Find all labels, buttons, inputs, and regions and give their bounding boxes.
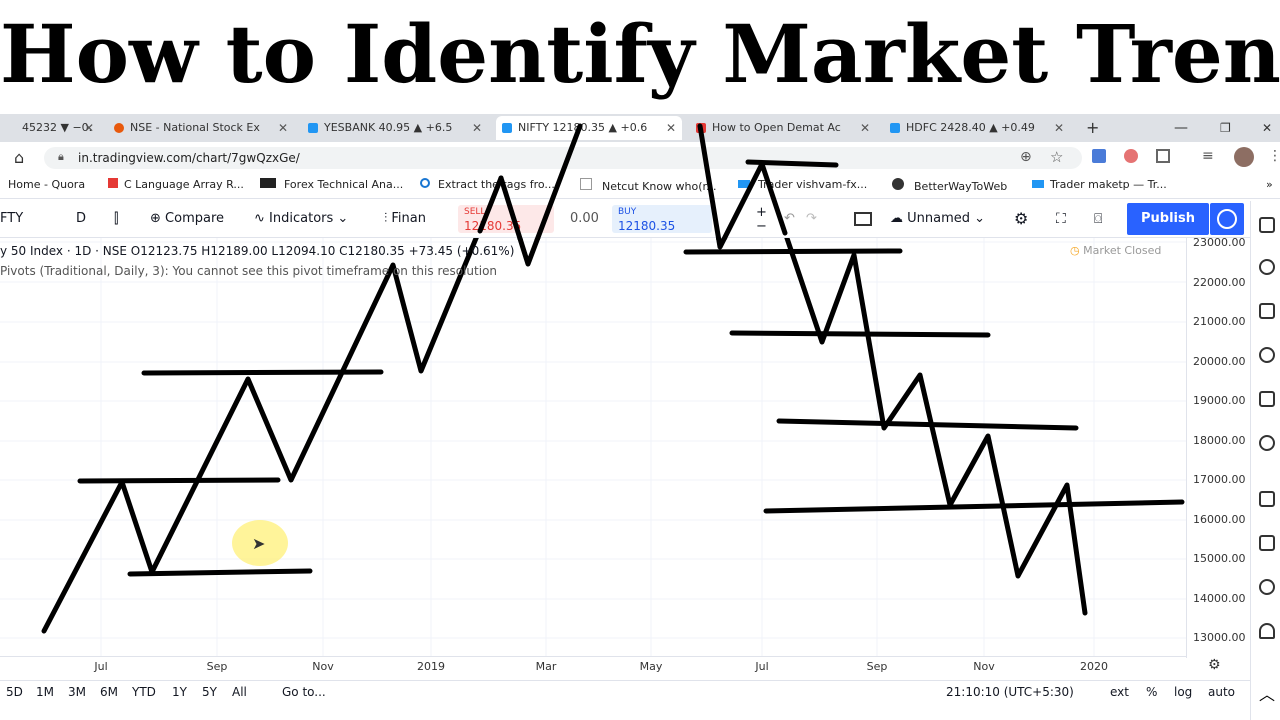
time-label: Nov	[973, 660, 995, 673]
avatar[interactable]	[1234, 147, 1254, 167]
messages-icon[interactable]	[1259, 535, 1275, 551]
chat-icon[interactable]	[1259, 491, 1275, 507]
chart-grid	[0, 238, 1186, 656]
price-label: 20000.00	[1193, 355, 1246, 368]
data-window-icon[interactable]	[1259, 303, 1275, 319]
price-label: 21000.00	[1193, 315, 1246, 328]
ohlc-legend: y 50 Index · 1D · NSE O12123.75 H12189.0…	[0, 244, 515, 258]
range-6m-button[interactable]: 6M	[100, 685, 118, 699]
timezone-clock[interactable]: 21:10:10 (UTC+5:30)	[946, 685, 1074, 699]
range-1m-button[interactable]: 1M	[36, 685, 54, 699]
time-label: 2019	[417, 660, 445, 673]
price-label: 14000.00	[1193, 592, 1246, 605]
time-label: Sep	[866, 660, 888, 673]
price-label: 19000.00	[1193, 394, 1246, 407]
range-5y-button[interactable]: 5Y	[202, 685, 217, 699]
range-1y-button[interactable]: 1Y	[172, 685, 187, 699]
range-all-button[interactable]: All	[232, 685, 247, 699]
percent-scale-toggle[interactable]: %	[1146, 685, 1157, 699]
play-icon	[1217, 209, 1237, 229]
price-scale[interactable]: 23000.00 22000.00 21000.00 20000.00 1900…	[1186, 236, 1249, 658]
price-label: 17000.00	[1193, 473, 1246, 486]
pivots-legend: Pivots (Traditional, Daily, 3): You cann…	[0, 264, 498, 278]
time-label: Jul	[94, 660, 108, 673]
time-label: Sep	[206, 660, 228, 673]
mouse-cursor-icon: ➤	[252, 534, 266, 553]
time-axis[interactable]: Jul Sep Nov 2019 Mar May Jul Sep Nov 202…	[0, 656, 1221, 677]
alerts-clock-icon[interactable]	[1259, 259, 1275, 275]
close-window-icon[interactable]: ✕	[1262, 116, 1280, 140]
right-sidebar: ︿	[1250, 201, 1280, 720]
price-label: 22000.00	[1193, 276, 1246, 289]
streams-icon[interactable]	[1259, 579, 1275, 595]
price-label: 18000.00	[1193, 434, 1246, 447]
price-label: 16000.00	[1193, 513, 1246, 526]
more-bookmarks-icon[interactable]: »	[1266, 178, 1273, 191]
time-label: May	[639, 660, 663, 673]
calendar-icon[interactable]	[1259, 391, 1275, 407]
hotlists-icon[interactable]	[1259, 347, 1275, 363]
time-label: Jul	[755, 660, 769, 673]
range-5d-button[interactable]: 5D	[6, 685, 23, 699]
drawing-overflow	[477, 123, 839, 240]
more-menu-icon[interactable]: ⋮	[1268, 148, 1280, 164]
watchlist-icon[interactable]	[1259, 217, 1275, 233]
price-label: 13000.00	[1193, 631, 1246, 644]
time-label: 2020	[1080, 660, 1108, 673]
price-label: 15000.00	[1193, 552, 1246, 565]
cursor-highlight: ➤	[232, 520, 288, 566]
support-resistance-line	[776, 418, 1079, 431]
log-scale-toggle[interactable]: log	[1174, 685, 1192, 699]
price-label: 23000.00	[1193, 236, 1246, 249]
downtrend-drawing	[683, 238, 1185, 616]
goto-date-button[interactable]: Go to...	[282, 685, 326, 699]
support-resistance-line	[141, 369, 384, 376]
support-resistance-line	[77, 477, 281, 484]
extended-hours-toggle[interactable]: ext	[1110, 685, 1129, 699]
chevron-up-icon[interactable]: ︿	[1259, 681, 1275, 705]
clock-icon: ◷	[1070, 244, 1080, 257]
time-label: Mar	[535, 660, 557, 673]
uptrend-drawing	[41, 238, 541, 634]
support-resistance-line	[127, 568, 313, 577]
time-label: Nov	[312, 660, 334, 673]
video-headline: How to Identify Market Trend	[0, 0, 1280, 110]
replay-button[interactable]	[1210, 203, 1244, 235]
auto-scale-toggle[interactable]: auto	[1208, 685, 1235, 699]
chart-legend: y 50 Index · 1D · NSE O12123.75 H12189.0…	[0, 242, 1180, 282]
maximize-icon[interactable]: ❐	[1220, 116, 1240, 140]
notifications-bell-icon[interactable]	[1259, 623, 1275, 639]
market-status: ◷ Market Closed	[1070, 244, 1161, 257]
support-resistance-line	[729, 330, 991, 338]
market-status-label: Market Closed	[1083, 244, 1162, 257]
reading-list-icon[interactable]: ≡	[1202, 148, 1214, 164]
ideas-bulb-icon[interactable]	[1259, 435, 1275, 451]
headline-text: How to Identify Market Trend	[0, 7, 1280, 101]
range-3m-button[interactable]: 3M	[68, 685, 86, 699]
support-resistance-line	[763, 499, 1185, 514]
range-ytd-button[interactable]: YTD	[132, 685, 156, 699]
price-chart-canvas[interactable]	[0, 238, 1186, 656]
bottom-toolbar: 5D 1M 3M 6M YTD 1Y 5Y All Go to... 21:10…	[0, 680, 1250, 705]
axis-settings-gear-icon[interactable]: ⚙	[1208, 657, 1221, 673]
